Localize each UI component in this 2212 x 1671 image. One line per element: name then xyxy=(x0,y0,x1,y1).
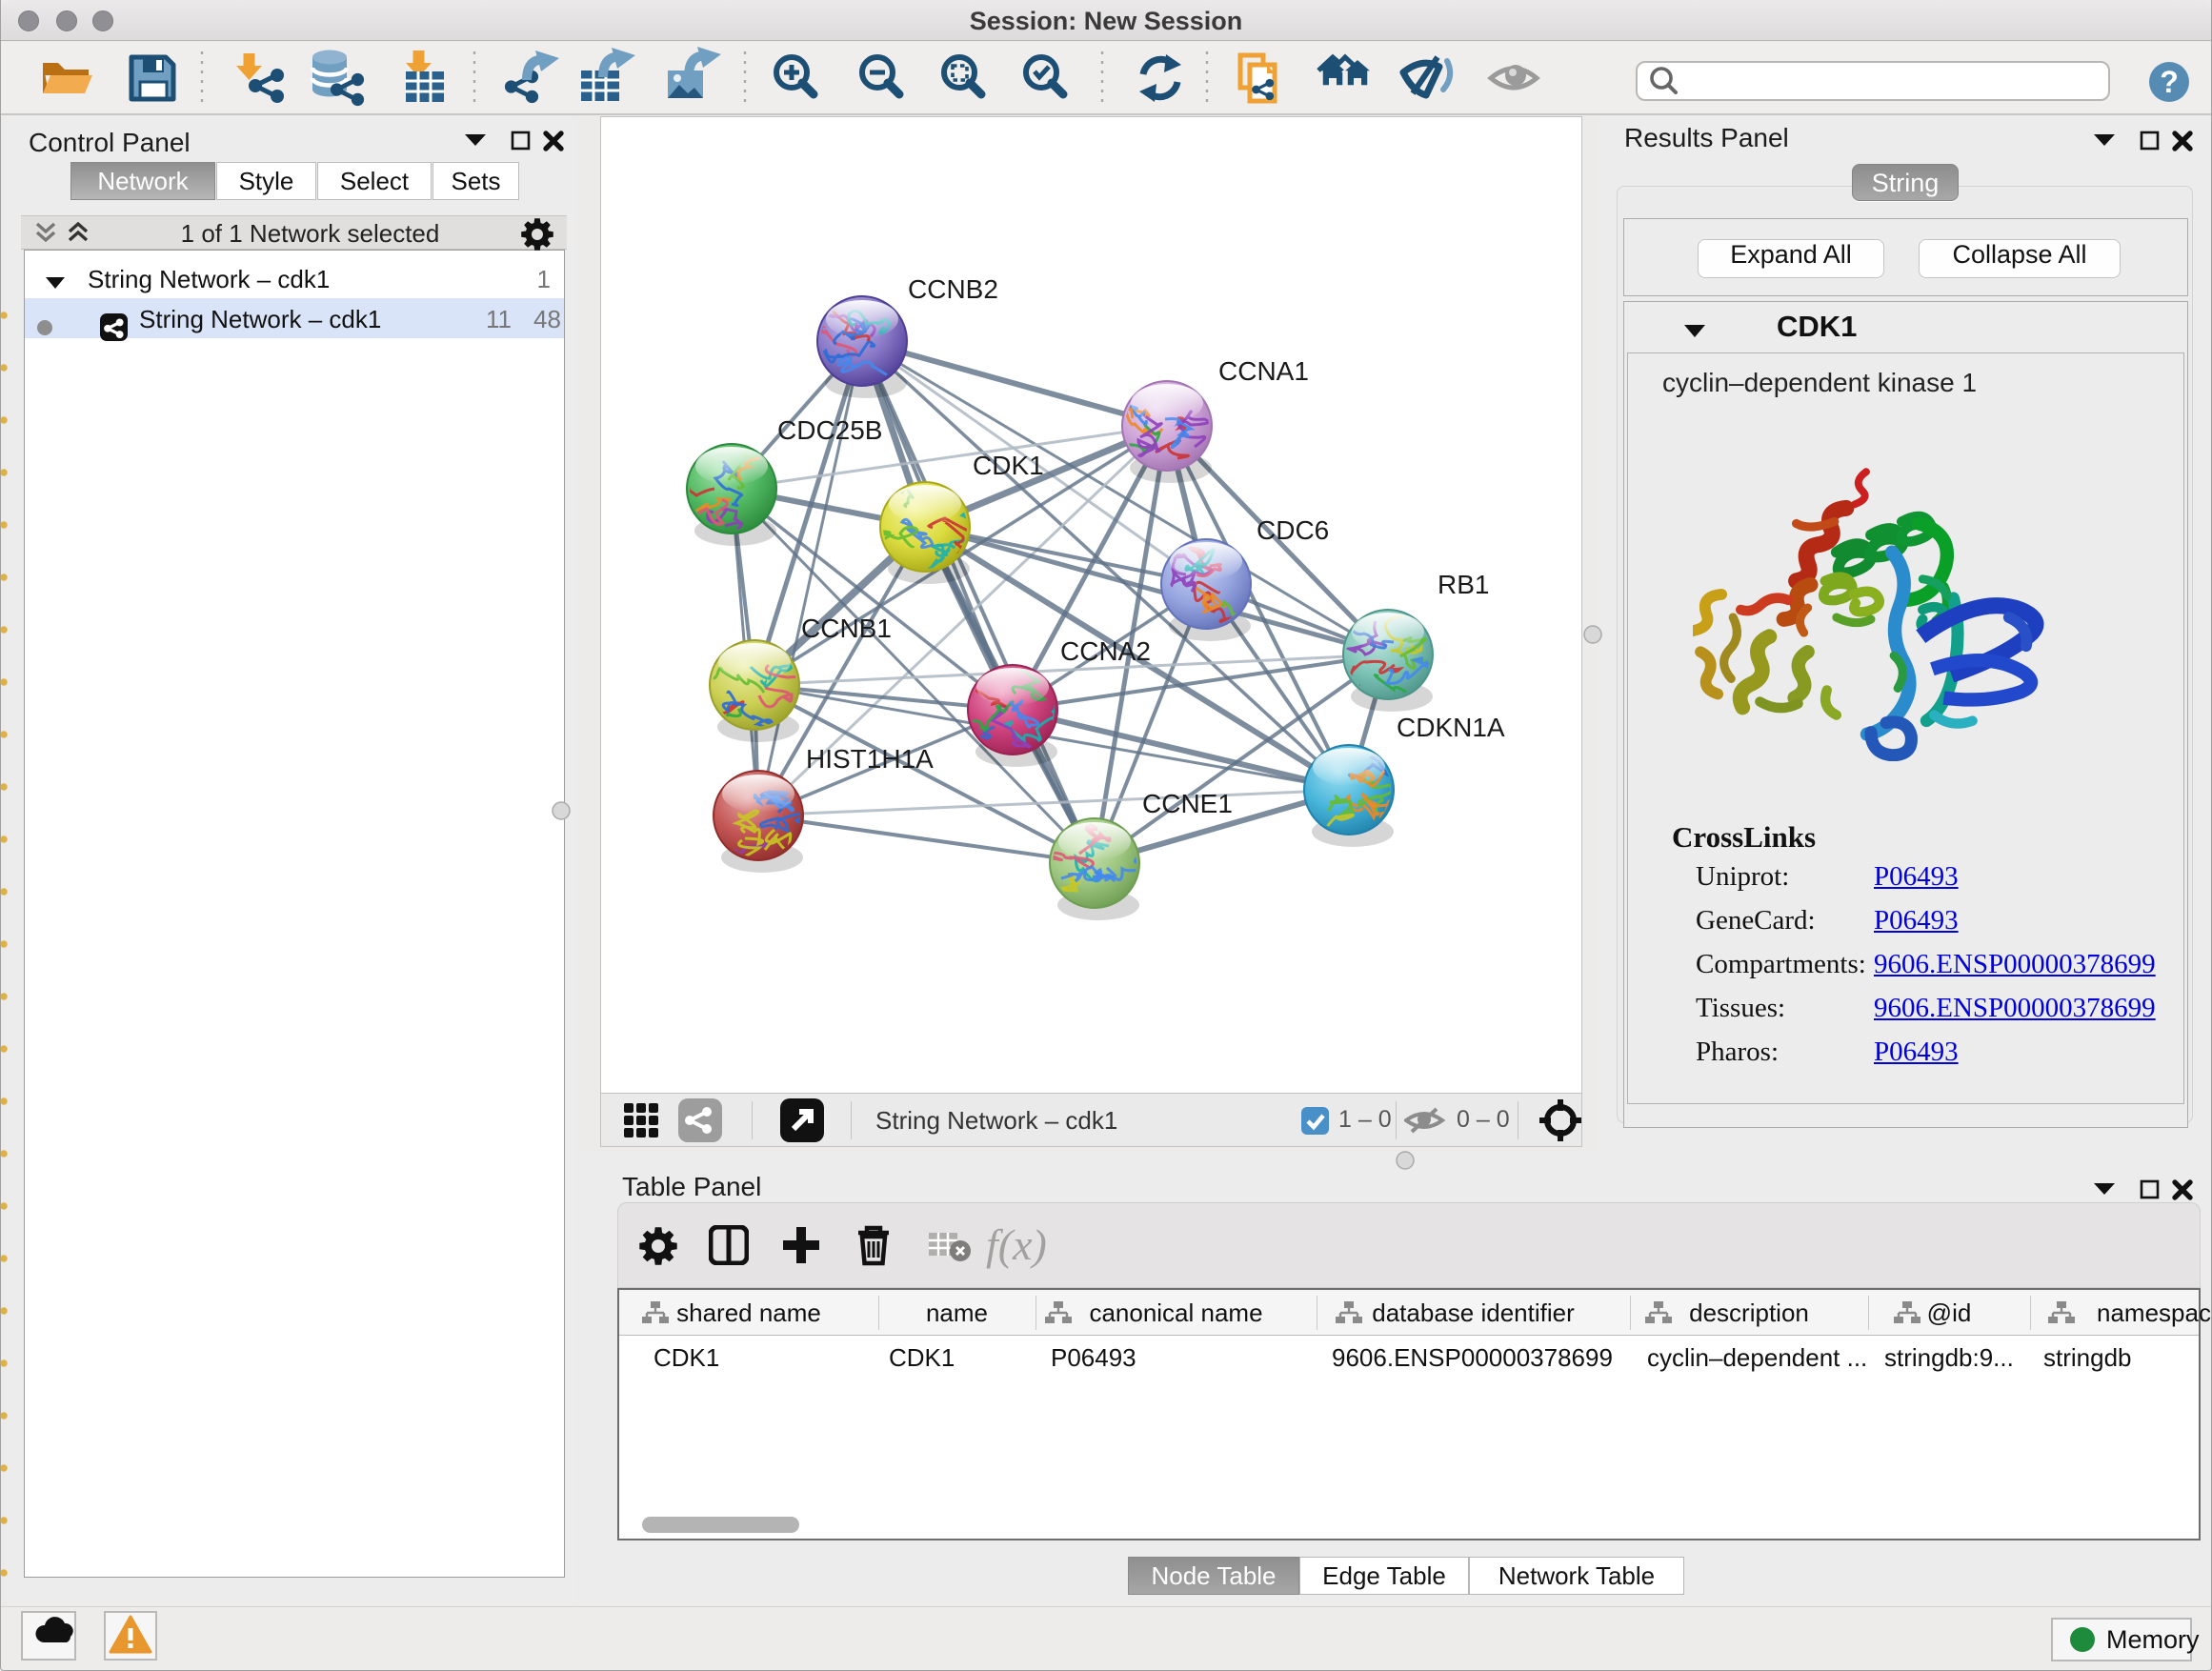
svg-text:CDC6: CDC6 xyxy=(1257,515,1329,545)
svg-text:CCNE1: CCNE1 xyxy=(1142,789,1233,818)
svg-text:CCNB2: CCNB2 xyxy=(908,274,998,304)
svg-text:HIST1H1A: HIST1H1A xyxy=(806,744,934,774)
svg-text:CDKN1A: CDKN1A xyxy=(1397,713,1505,742)
svg-text:CDK1: CDK1 xyxy=(973,451,1044,480)
svg-text:CDC25B: CDC25B xyxy=(777,415,882,445)
svg-text:?: ? xyxy=(2160,65,2179,99)
svg-text:RB1: RB1 xyxy=(1438,570,1489,599)
svg-text:CCNB1: CCNB1 xyxy=(801,614,892,643)
svg-text:CCNA1: CCNA1 xyxy=(1218,356,1309,386)
svg-text:CCNA2: CCNA2 xyxy=(1060,636,1151,666)
